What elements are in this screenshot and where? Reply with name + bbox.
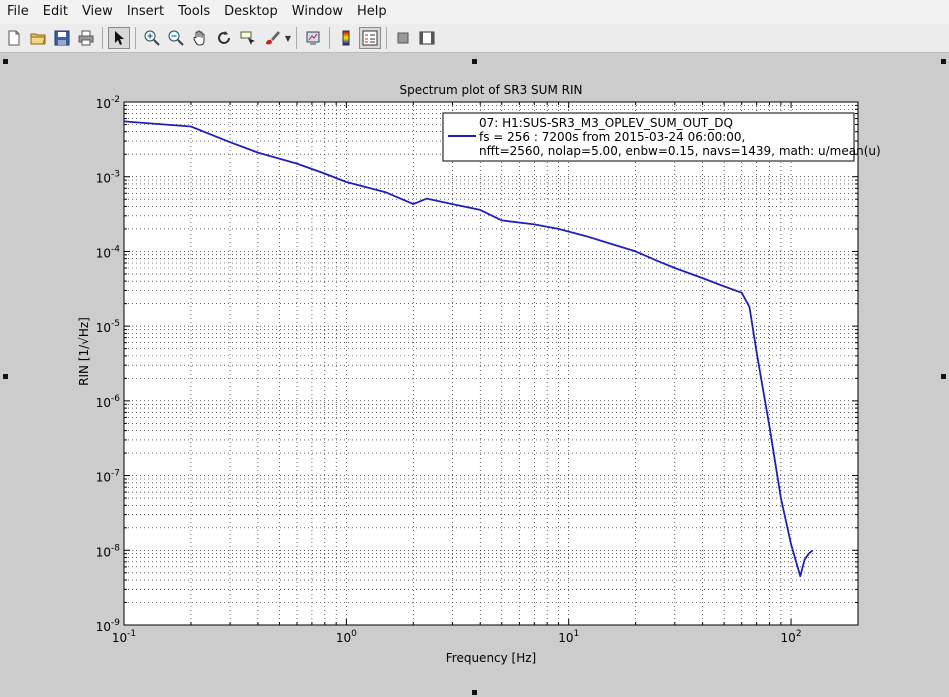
menu-desktop[interactable]: Desktop bbox=[217, 0, 285, 24]
y-tick-label: 10-5 bbox=[96, 319, 120, 335]
figure-canvas[interactable]: 10-1 100 101 102 10-9 10-8 10-7 10-6 10-5 10-4 10-… bbox=[0, 54, 949, 697]
zoom-in-icon[interactable] bbox=[141, 27, 163, 49]
open-file-icon[interactable] bbox=[27, 27, 49, 49]
menu-window[interactable]: Window bbox=[285, 0, 350, 24]
menu-insert[interactable]: Insert bbox=[120, 0, 171, 24]
legend-entry-line: nfft=2560, nolap=5.00, enbw=0.15, navs=1… bbox=[479, 144, 881, 158]
figure-toolbar: ▼ bbox=[0, 24, 949, 53]
legend-icon[interactable] bbox=[359, 27, 381, 49]
data-cursor-icon[interactable] bbox=[237, 27, 259, 49]
hide-plot-tools-icon[interactable] bbox=[392, 27, 414, 49]
rotate-3d-icon[interactable] bbox=[213, 27, 235, 49]
spectrum-plot: 10-1 100 101 10210-910-810-710-610-510-410-… bbox=[77, 83, 881, 665]
y-tick-label: 10-6 bbox=[96, 394, 121, 410]
menu-view[interactable]: View bbox=[75, 0, 120, 24]
save-icon[interactable] bbox=[51, 27, 73, 49]
brush-icon[interactable] bbox=[261, 27, 283, 49]
x-tick-label: 10-1 bbox=[112, 629, 136, 645]
toolbar-separator bbox=[386, 27, 387, 49]
toolbar-separator bbox=[296, 27, 297, 49]
legend-entry-line: fs = 256 : 7200s from 2015-03-24 06:00:0… bbox=[479, 130, 745, 144]
x-tick-label: 101 bbox=[558, 629, 579, 645]
y-tick-label: 10-4 bbox=[96, 244, 121, 260]
print-icon[interactable] bbox=[75, 27, 97, 49]
menu-help[interactable]: Help bbox=[350, 0, 394, 24]
show-plot-tools-icon[interactable] bbox=[416, 27, 438, 49]
menu-tools[interactable]: Tools bbox=[171, 0, 217, 24]
toolbar-separator bbox=[102, 27, 103, 49]
x-tick-label: 100 bbox=[336, 629, 357, 645]
y-axis-label: RIN [1/√Hz] bbox=[77, 317, 91, 386]
select-arrow-icon[interactable] bbox=[108, 27, 130, 49]
menu-edit[interactable]: Edit bbox=[36, 0, 75, 24]
toolbar-separator bbox=[329, 27, 330, 49]
y-tick-label: 10-7 bbox=[96, 469, 120, 485]
link-plot-icon[interactable] bbox=[302, 27, 324, 49]
plot-axes[interactable] bbox=[124, 102, 858, 625]
y-tick-label: 10-2 bbox=[96, 95, 120, 111]
y-tick-label: 10-8 bbox=[96, 543, 121, 559]
x-tick-label: 102 bbox=[781, 629, 802, 645]
legend-entry-title: 07: H1:SUS-SR3_M3_OPLEV_SUM_OUT_DQ bbox=[479, 116, 733, 130]
toolbar-separator bbox=[135, 27, 136, 49]
chevron-down-icon[interactable]: ▼ bbox=[284, 27, 292, 49]
zoom-out-icon[interactable] bbox=[165, 27, 187, 49]
new-figure-icon[interactable] bbox=[3, 27, 25, 49]
legend[interactable]: 07: H1:SUS-SR3_M3_OPLEV_SUM_OUT_DQ fs = … bbox=[442, 112, 881, 162]
x-axis-label: Frequency [Hz] bbox=[446, 651, 537, 665]
chart-title: Spectrum plot of SR3 SUM RIN bbox=[400, 83, 583, 97]
menu-bar: File Edit View Insert Tools Desktop Window Help bbox=[0, 0, 949, 24]
pan-hand-icon[interactable] bbox=[189, 27, 211, 49]
menu-file[interactable]: File bbox=[0, 0, 36, 24]
colorbar-icon[interactable] bbox=[335, 27, 357, 49]
y-tick-label: 10-3 bbox=[96, 170, 120, 186]
